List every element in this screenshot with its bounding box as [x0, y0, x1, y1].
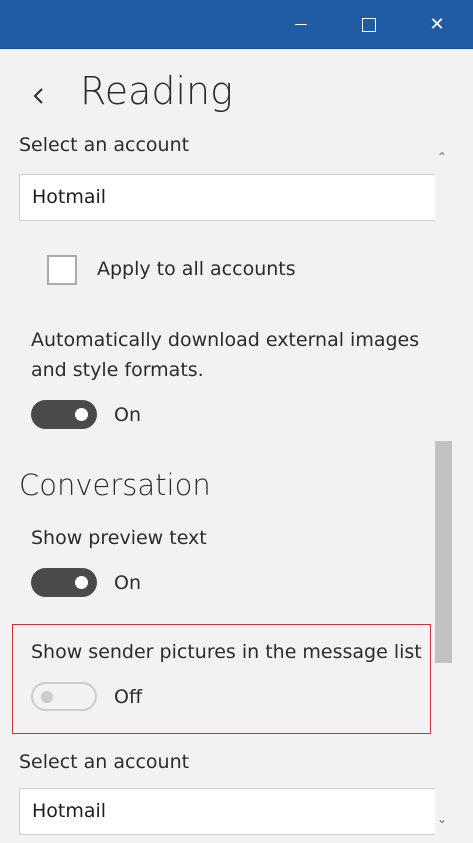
scrollbar-thumb[interactable]: [435, 441, 452, 663]
minimize-button[interactable]: [278, 0, 324, 49]
select-account-label-top: Select an account: [19, 136, 190, 156]
preview-text-state: On: [114, 572, 141, 594]
download-images-label-line1: Automatically download external images: [31, 329, 420, 351]
page-title: Reading: [80, 69, 233, 113]
download-images-label-line2: and style formats.: [31, 359, 204, 381]
toggle-knob: [75, 408, 88, 421]
minimize-icon: [295, 24, 307, 25]
scroll-up-arrow[interactable]: ⌃: [437, 150, 447, 164]
scroll-down-arrow[interactable]: ⌄: [437, 812, 447, 826]
maximize-icon: [362, 17, 376, 32]
preview-text-label: Show preview text: [31, 527, 207, 549]
account-select-bottom[interactable]: Hotmail: [19, 788, 435, 835]
apply-all-checkbox[interactable]: [47, 255, 77, 285]
title-bar: ✕: [0, 0, 473, 49]
account-select-top[interactable]: Hotmail: [19, 174, 435, 221]
highlight-box: [12, 624, 431, 734]
preview-text-toggle[interactable]: [31, 568, 97, 597]
download-images-toggle[interactable]: [31, 400, 97, 429]
conversation-heading: Conversation: [19, 468, 211, 502]
download-images-state: On: [114, 404, 141, 426]
toggle-knob: [75, 576, 88, 589]
chevron-left-icon: [33, 88, 43, 104]
apply-all-label: Apply to all accounts: [97, 258, 296, 280]
maximize-button[interactable]: [346, 0, 392, 49]
select-account-label-bottom: Select an account: [19, 751, 190, 773]
back-button[interactable]: [24, 79, 54, 113]
close-icon: ✕: [429, 14, 445, 35]
settings-list: Select an account Hotmail Apply to all a…: [0, 136, 455, 843]
close-button[interactable]: ✕: [414, 0, 460, 49]
